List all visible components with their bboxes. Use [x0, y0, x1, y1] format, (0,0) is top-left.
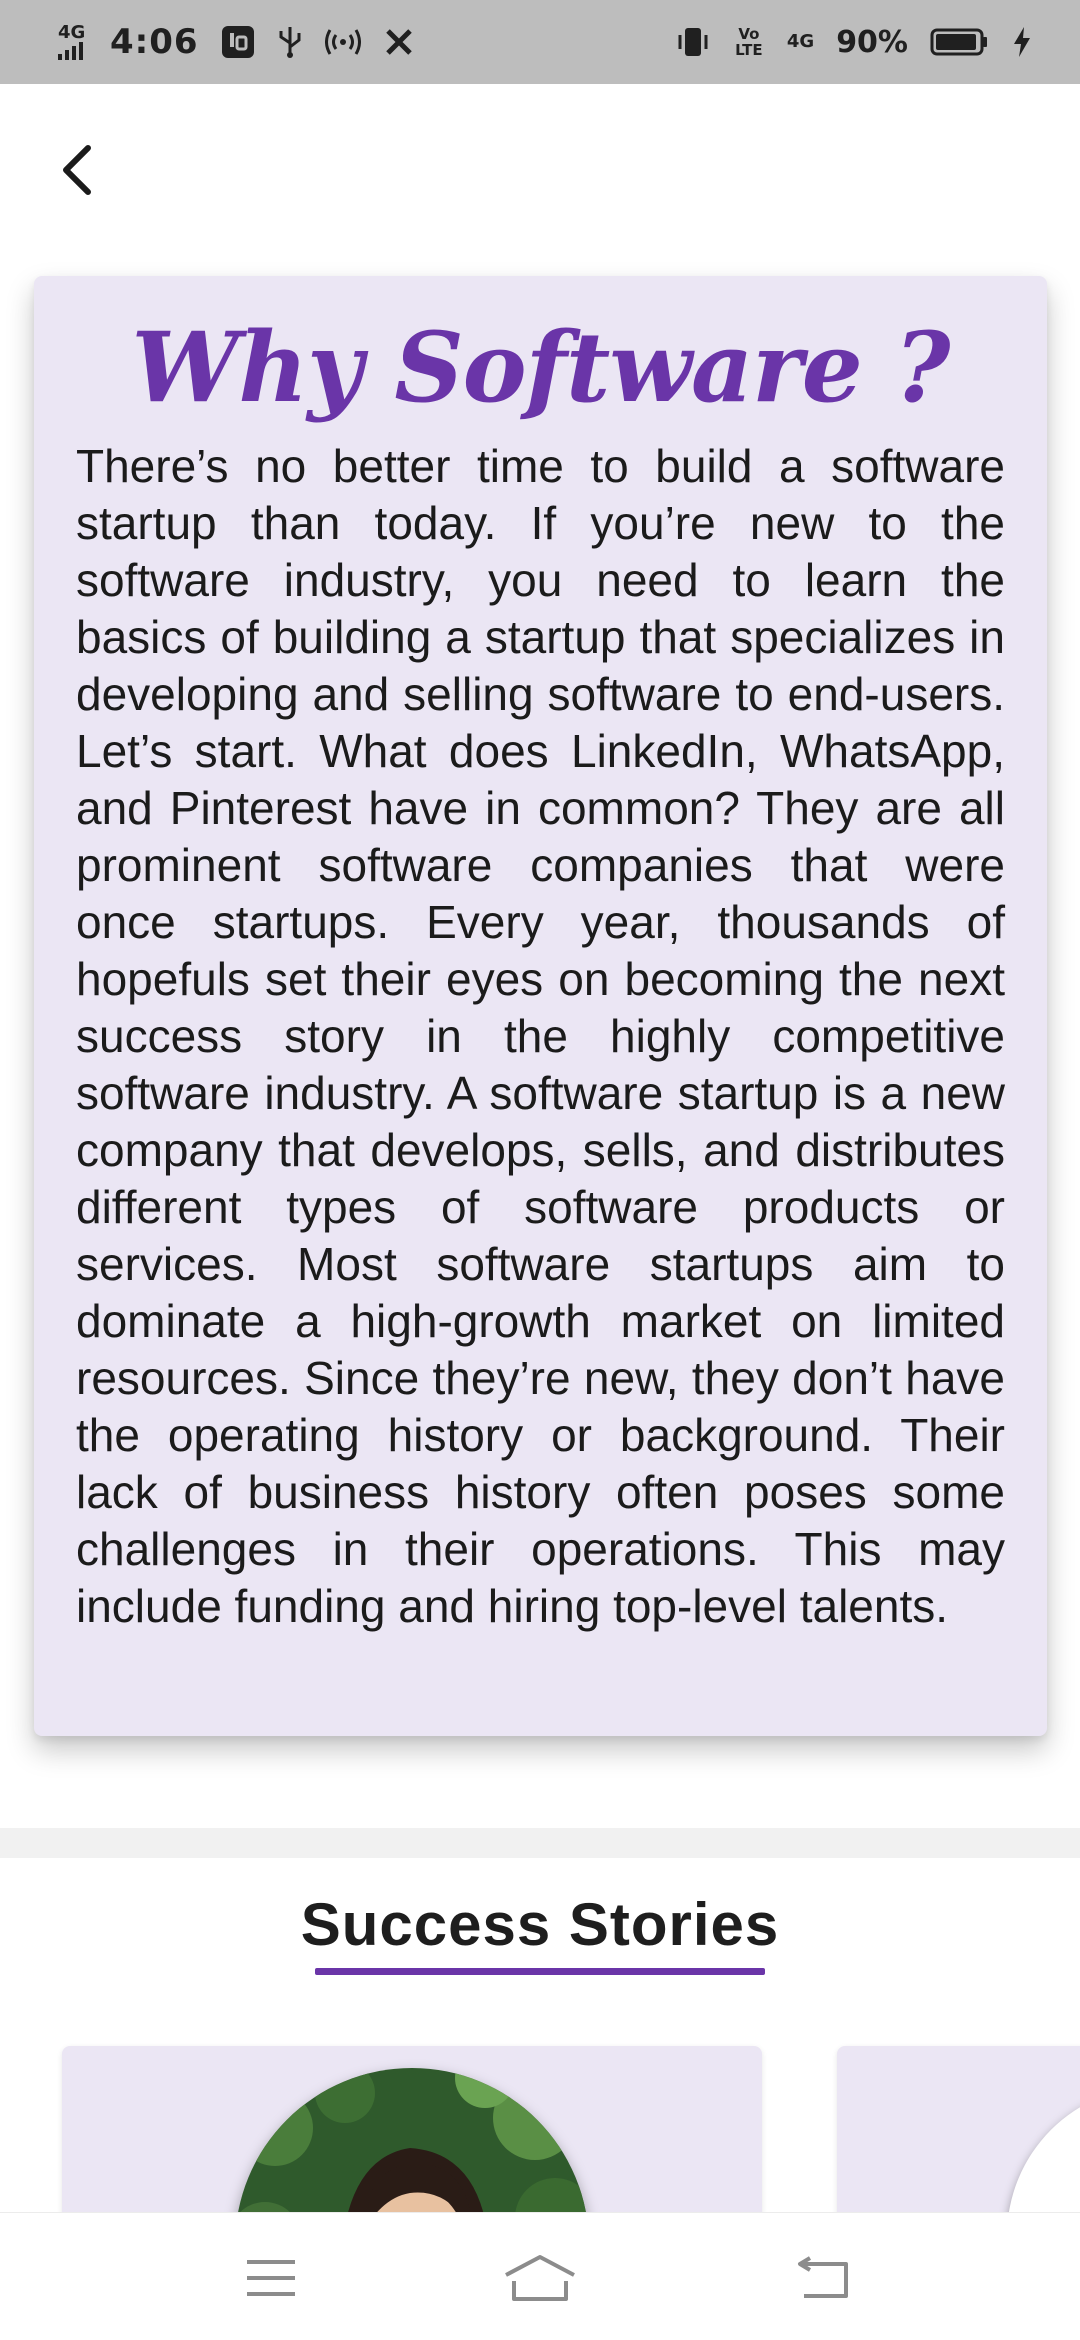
- volte-icon: Vo LTE: [735, 25, 763, 59]
- navigation-bar: [0, 2212, 1080, 2340]
- mobile-data-icon: 4G: [786, 31, 815, 52]
- story-avatar: [1007, 2086, 1080, 2212]
- status-left: 4G 4:06: [58, 22, 437, 62]
- why-software-title: Why Software ?: [131, 311, 951, 424]
- back-icon: [798, 2256, 848, 2298]
- why-software-card: Why Software ? There’s no better time to…: [34, 276, 1047, 1736]
- why-software-body: There’s no better time to build a softwa…: [76, 440, 1005, 1632]
- signal-icon: 4G: [58, 24, 88, 60]
- success-story-card[interactable]: [62, 2046, 762, 2212]
- app-notification-icon: [221, 25, 255, 59]
- person-photo: [235, 2068, 589, 2212]
- heading-underline: [315, 1968, 765, 1975]
- status-bar: 4G 4:06 Vo LTE 4G 90%: [0, 0, 1080, 84]
- vibrate-icon: [675, 26, 711, 58]
- clock: 4:06: [110, 22, 199, 62]
- tools-icon: [383, 26, 415, 58]
- story-avatar: [235, 2068, 589, 2212]
- home-icon: [505, 2255, 575, 2301]
- success-stories-heading: Success Stories: [300, 1891, 780, 1958]
- status-right: Vo LTE 4G 90%: [653, 25, 1032, 60]
- hotspot-icon: [324, 27, 361, 57]
- back-nav-button[interactable]: [774, 2243, 874, 2313]
- usb-icon: [277, 25, 303, 59]
- battery-percentage: 90%: [836, 24, 908, 60]
- section-divider: [0, 1828, 1080, 1858]
- menu-icon: [247, 2260, 295, 2296]
- success-story-card[interactable]: [837, 2046, 1080, 2212]
- menu-button[interactable]: [221, 2243, 321, 2313]
- app-header: [0, 84, 1080, 264]
- chevron-left-icon: [63, 145, 91, 195]
- charging-icon: [1012, 26, 1032, 58]
- network-type-label: 4G: [58, 22, 86, 43]
- home-button[interactable]: [490, 2243, 590, 2313]
- battery-icon: [930, 27, 990, 57]
- success-stories-section: Success Stories: [0, 1858, 1080, 2212]
- back-button[interactable]: [44, 138, 108, 202]
